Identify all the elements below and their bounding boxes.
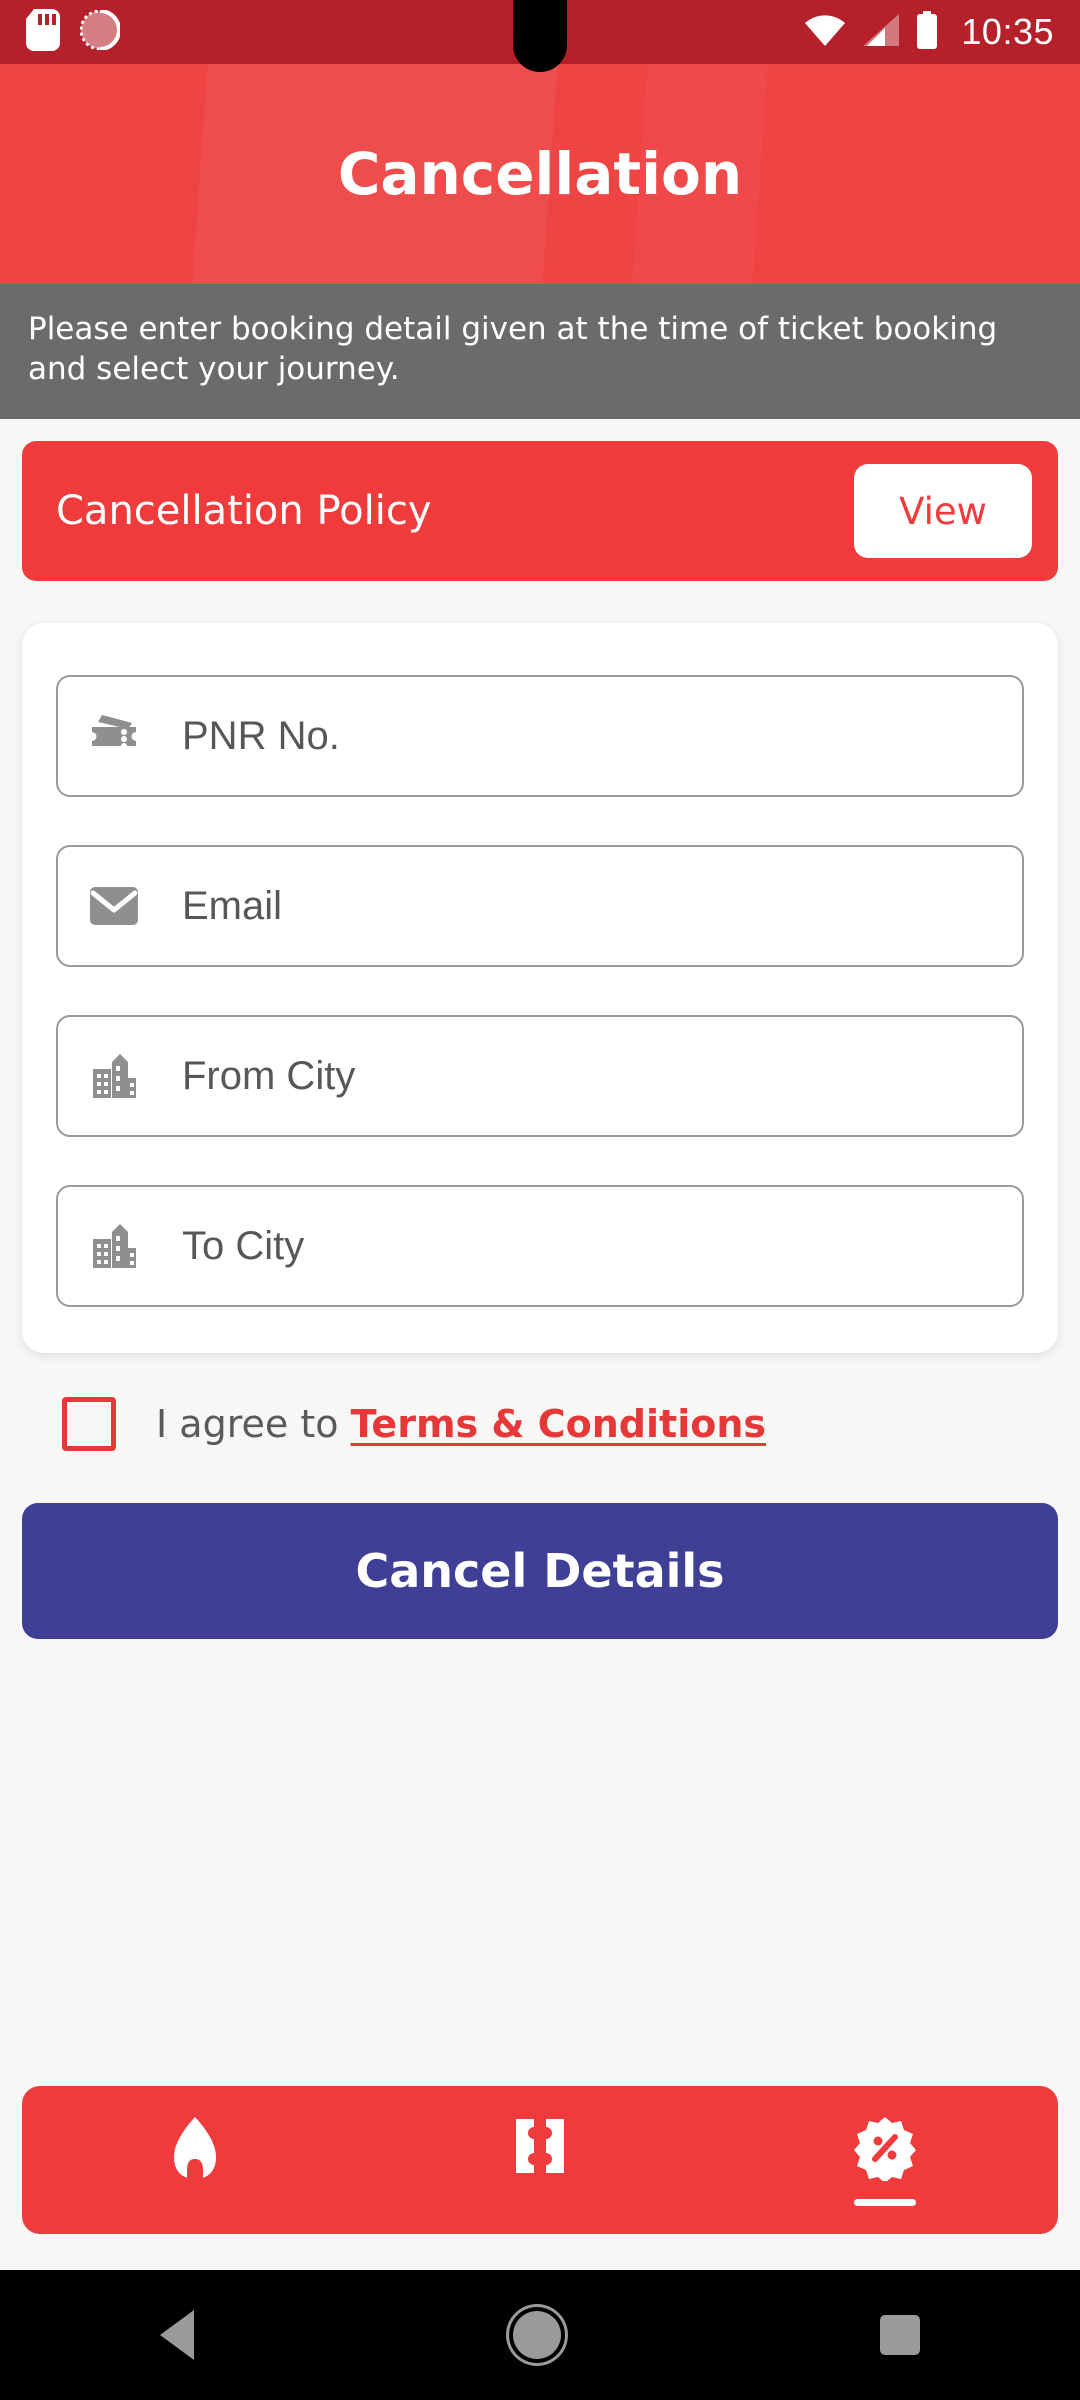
sync-circle-icon (79, 9, 121, 54)
ticket-icon (508, 2115, 572, 2185)
view-policy-button[interactable]: View (854, 464, 1032, 559)
page-title: Cancellation (337, 140, 743, 208)
info-banner: Please enter booking detail given at the… (0, 284, 1080, 420)
offer-percent-icon (853, 2115, 917, 2185)
nav-item-ticket[interactable] (367, 2086, 712, 2234)
bottom-navigation (22, 2086, 1058, 2234)
city-icon (86, 1218, 142, 1274)
system-back-button[interactable] (159, 2310, 194, 2360)
terms-agreement-row: I agree to Terms & Conditions (22, 1397, 1058, 1452)
to-city-placeholder: To City (182, 1223, 305, 1268)
nav-item-offers[interactable] (713, 2086, 1058, 2234)
cancel-details-button[interactable]: Cancel Details (22, 1503, 1058, 1640)
email-field[interactable]: Email (56, 845, 1024, 968)
app-screen: 10:35 Cancellation Please enter booking … (0, 0, 1080, 2400)
nav-item-home[interactable] (22, 2086, 367, 2234)
battery-icon (915, 11, 939, 53)
android-system-nav (0, 2270, 1080, 2400)
status-bar-clock: 10:35 (961, 11, 1054, 52)
from-city-placeholder: From City (182, 1053, 356, 1098)
email-icon (86, 878, 142, 934)
to-city-field[interactable]: To City (56, 1185, 1024, 1308)
recents-icon (880, 2315, 921, 2355)
email-placeholder: Email (182, 883, 283, 928)
from-city-field[interactable]: From City (56, 1015, 1024, 1138)
camera-notch (513, 0, 567, 72)
city-icon (86, 1048, 142, 1104)
main-content: Cancellation Policy View PNR No. Email F… (0, 419, 1080, 2086)
booking-form-card: PNR No. Email From City To City (22, 623, 1058, 1354)
cancellation-policy-bar: Cancellation Policy View (22, 441, 1058, 582)
home-icon (512, 2311, 561, 2359)
status-bar-right-icons: 10:35 (803, 11, 1054, 53)
ticket-icon (86, 708, 142, 764)
sd-card-icon (26, 9, 60, 55)
nav-active-indicator (854, 2198, 917, 2206)
home-icon (164, 2115, 226, 2185)
back-icon (159, 2310, 194, 2360)
wifi-icon (803, 13, 847, 51)
cancellation-policy-label: Cancellation Policy (56, 488, 432, 535)
status-bar-left-icons (26, 9, 121, 55)
system-home-button[interactable] (512, 2311, 561, 2359)
terms-agreement-text: I agree to Terms & Conditions (156, 1402, 766, 1446)
app-header: Cancellation (0, 64, 1080, 284)
cellular-signal-icon (861, 13, 901, 51)
terms-checkbox[interactable] (62, 1397, 116, 1452)
system-recents-button[interactable] (880, 2315, 921, 2355)
agree-prefix: I agree to (156, 1402, 339, 1447)
pnr-placeholder: PNR No. (182, 713, 340, 758)
terms-and-conditions-link[interactable]: Terms & Conditions (351, 1402, 766, 1446)
pnr-field[interactable]: PNR No. (56, 675, 1024, 798)
